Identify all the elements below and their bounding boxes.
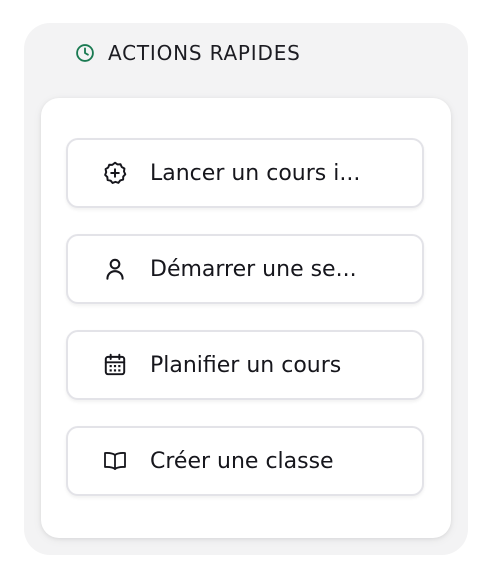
start-session-button[interactable]: Démarrer une se... [66, 234, 424, 304]
schedule-course-button[interactable]: Planifier un cours [66, 330, 424, 400]
quick-actions-panel: ACTIONS RAPIDES Lancer un cours i... Dém… [24, 23, 468, 555]
action-label: Créer une classe [150, 448, 334, 474]
calendar-icon [102, 352, 128, 378]
book-open-icon [102, 448, 128, 474]
create-class-button[interactable]: Créer une classe [66, 426, 424, 496]
launch-course-button[interactable]: Lancer un cours i... [66, 138, 424, 208]
panel-header: ACTIONS RAPIDES [74, 41, 301, 65]
panel-title: ACTIONS RAPIDES [108, 41, 301, 65]
clock-icon [74, 42, 96, 64]
actions-card: Lancer un cours i... Démarrer une se... [41, 98, 451, 538]
user-icon [102, 256, 128, 282]
plus-badge-icon [102, 160, 128, 186]
action-label: Planifier un cours [150, 352, 342, 378]
action-label: Lancer un cours i... [150, 160, 361, 186]
action-label: Démarrer une se... [150, 256, 357, 282]
